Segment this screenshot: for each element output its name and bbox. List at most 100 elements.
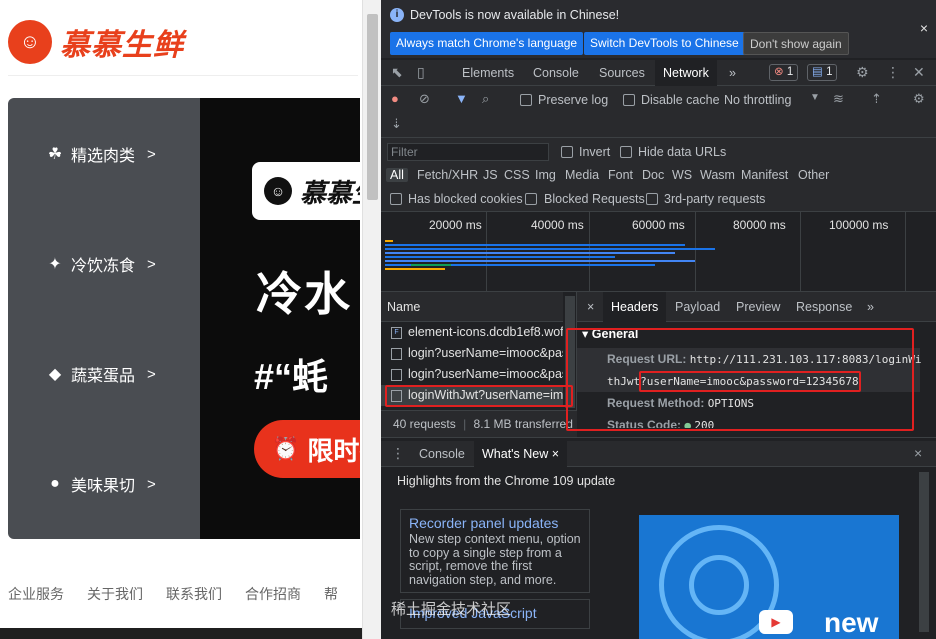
tab-elements[interactable]: Elements [454, 60, 522, 86]
throttling-select[interactable]: No throttling [724, 93, 791, 107]
close-devtools-icon[interactable]: ✕ [913, 64, 925, 81]
settings-icon[interactable]: ⚙ [913, 91, 925, 107]
category-veg-eggs[interactable]: ◆ 蔬菜蛋品 > [43, 362, 156, 386]
category-meat[interactable]: ☘ 精选肉类 > [43, 142, 156, 166]
banner-brand: 慕慕生 [300, 177, 360, 208]
category-label: 冷饮冻食 [71, 258, 136, 275]
tab-preview[interactable]: Preview [728, 292, 788, 322]
wifi-icon[interactable]: ≋ [833, 91, 844, 107]
page-scrollbar[interactable] [362, 0, 381, 639]
tab-console[interactable]: Console [525, 60, 587, 86]
name-column-header[interactable]: Name [381, 292, 563, 322]
category-fruit[interactable]: ● 美味果切 > [43, 472, 156, 496]
inspect-element-icon[interactable]: ⬉ [391, 64, 403, 81]
whats-new-video-thumbnail[interactable]: ▶ new [639, 515, 899, 639]
close-icon[interactable]: × [552, 447, 559, 461]
type-filter-js[interactable]: JS [483, 168, 498, 182]
chevron-right-icon: > [147, 475, 156, 493]
waterfall-bar [385, 252, 675, 254]
request-list: Name F element-icons.dcdb1ef8.woff login… [381, 292, 577, 437]
tab-whats-new[interactable]: What's New × [474, 441, 568, 467]
network-summary: 40 requests | 8.1 MB transferred [381, 410, 577, 437]
type-filter-css[interactable]: CSS [504, 168, 530, 182]
blocked-requests-checkbox[interactable] [525, 193, 537, 205]
kebab-menu-icon[interactable]: ⋮ [391, 445, 405, 462]
site-logo[interactable]: ☺ 慕慕生鲜 [8, 20, 184, 64]
type-filter-ws[interactable]: WS [672, 168, 692, 182]
settings-icon[interactable]: ⚙ [856, 64, 869, 81]
more-tabs-icon[interactable]: » [721, 60, 744, 86]
search-icon[interactable]: ⌕ [482, 91, 489, 107]
type-filter-doc[interactable]: Doc [642, 168, 664, 182]
close-icon[interactable]: × [920, 20, 928, 36]
message-icon: ▤ [812, 66, 823, 78]
request-row[interactable]: login?userName=imooc&pas [381, 343, 563, 364]
kebab-menu-icon[interactable]: ⋮ [886, 64, 900, 81]
footer-link[interactable]: 企业服务 [8, 584, 64, 604]
preserve-log-checkbox[interactable] [520, 94, 532, 106]
timeline-tick: 40000 ms [531, 218, 584, 232]
logo-icon: ☺ [8, 20, 52, 64]
filter-icon[interactable]: ▼ [455, 91, 468, 106]
blocked-cookies-checkbox[interactable] [390, 193, 402, 205]
promo-banner[interactable]: ☺ 慕慕生 冷水 #“蚝 ⏰ 限时抢 [200, 98, 360, 539]
filter-input[interactable]: Filter [387, 143, 549, 161]
disable-cache-label: Disable cache [641, 93, 720, 107]
dont-show-again-button[interactable]: Don't show again [743, 32, 849, 55]
device-toggle-icon[interactable]: ▯ [417, 64, 425, 81]
type-filter-other[interactable]: Other [798, 168, 829, 182]
export-icon[interactable]: ⇣ [391, 116, 402, 132]
card-title[interactable]: Recorder panel updates [409, 515, 581, 531]
network-overview[interactable]: 20000 ms 40000 ms 60000 ms 80000 ms 1000… [381, 212, 936, 292]
meat-icon: ☘ [47, 146, 63, 163]
play-icon[interactable]: ▶ [759, 610, 793, 634]
devtools-panel: i DevTools is now available in Chinese! … [381, 0, 936, 639]
banner-cta-button[interactable]: ⏰ 限时抢 [254, 420, 360, 478]
match-language-button[interactable]: Always match Chrome's language [390, 32, 584, 55]
footer-link[interactable]: 联系我们 [166, 584, 222, 604]
feature-card[interactable]: Recorder panel updates New step context … [400, 509, 590, 593]
tab-network[interactable]: Network [655, 60, 717, 86]
errors-badge[interactable]: ⊗ 1 [769, 64, 799, 81]
category-frozen[interactable]: ✦ 冷饮冻食 > [43, 252, 155, 276]
type-filter-img[interactable]: Img [535, 168, 556, 182]
clear-icon[interactable]: ⊘ [419, 91, 430, 107]
scrollbar-thumb[interactable] [367, 14, 378, 200]
footer-link[interactable]: 合作招商 [245, 584, 301, 604]
type-filter-font[interactable]: Font [608, 168, 633, 182]
request-row[interactable]: F element-icons.dcdb1ef8.woff [381, 322, 563, 343]
preserve-log-label: Preserve log [538, 93, 609, 107]
tab-headers[interactable]: Headers [603, 292, 667, 322]
close-icon[interactable]: × [579, 292, 602, 322]
tab-payload[interactable]: Payload [667, 292, 728, 322]
type-filter-fetch[interactable]: Fetch/XHR [417, 168, 478, 182]
close-drawer-icon[interactable]: × [914, 445, 922, 461]
waterfall-bar [385, 268, 445, 270]
footer-link[interactable]: 关于我们 [87, 584, 143, 604]
more-tabs-icon[interactable]: » [859, 292, 882, 322]
tab-sources[interactable]: Sources [591, 60, 653, 86]
card-description: New step context menu, option to copy a … [409, 532, 581, 587]
import-icon[interactable]: ⇡ [871, 91, 882, 107]
type-filter-media[interactable]: Media [565, 168, 599, 182]
tab-response[interactable]: Response [788, 292, 860, 322]
drawer-scrollbar[interactable] [919, 472, 929, 632]
request-row[interactable]: login?userName=imooc&pas [381, 364, 563, 385]
switch-chinese-button[interactable]: Switch DevTools to Chinese [584, 32, 745, 55]
type-filter-manifest[interactable]: Manifest [741, 168, 788, 182]
transferred-size: 8.1 MB transferred [473, 417, 573, 431]
invert-checkbox[interactable] [561, 146, 573, 158]
disable-cache-checkbox[interactable] [623, 94, 635, 106]
waterfall-bar [385, 248, 715, 250]
hide-data-urls-checkbox[interactable] [620, 146, 632, 158]
footer-link[interactable]: 帮 [324, 584, 338, 604]
info-icon: i [390, 8, 404, 22]
type-filter-wasm[interactable]: Wasm [700, 168, 735, 182]
fruit-icon: ● [50, 475, 60, 492]
record-icon[interactable]: ● [391, 91, 399, 106]
third-party-checkbox[interactable] [646, 193, 658, 205]
messages-badge[interactable]: ▤ 1 [807, 64, 838, 81]
tab-console[interactable]: Console [411, 441, 473, 467]
annotation-highlight [639, 371, 861, 392]
type-filter-all[interactable]: All [386, 168, 408, 182]
